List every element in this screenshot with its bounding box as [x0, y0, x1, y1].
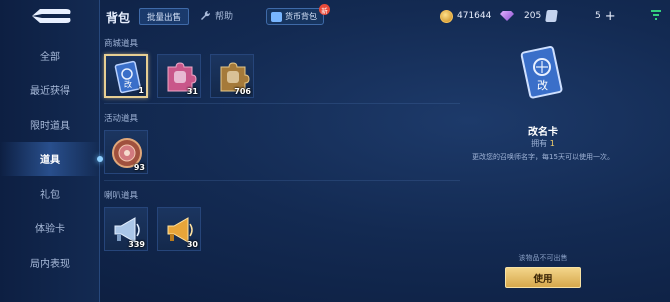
section-label-activity: 活动道具 — [104, 114, 139, 124]
rename-card-glyph: 改 — [124, 79, 132, 89]
sidebar-item-props[interactable]: 道具 — [0, 141, 103, 176]
sidebar-item-label: 礼包 — [40, 189, 60, 201]
sidebar-item-label: 道具 — [40, 155, 60, 167]
coupon-amount: 5 — [595, 11, 601, 21]
gold-amount: 471644 — [457, 11, 492, 21]
item-gold-megaphone[interactable]: 30 — [157, 207, 201, 251]
item-count: 706 — [234, 87, 251, 96]
item-count: 339 — [128, 240, 145, 249]
detail-owned-label: 拥有 — [531, 139, 548, 148]
new-badge: 新 — [319, 4, 330, 15]
item-pink-puzzle[interactable]: 31 — [157, 54, 201, 98]
sidebar-item-trial-card[interactable]: 体验卡 — [0, 211, 100, 246]
item-rename-card[interactable]: 改 1 — [104, 54, 148, 98]
sidebar-item-gift[interactable]: 礼包 — [0, 176, 100, 211]
help-label: 帮助 — [215, 12, 234, 22]
top-bar: 背包 批量出售 帮助 货币背包 新 471644 205 5 + — [100, 0, 670, 32]
coupon-icon — [545, 10, 558, 22]
sidebar-item-label: 最近获得 — [30, 86, 70, 98]
sidebar-item-all[interactable]: 全部 — [0, 38, 100, 73]
add-coupon-icon[interactable]: + — [605, 9, 616, 24]
help-button[interactable]: 帮助 — [200, 9, 233, 22]
detail-description: 更改您的召唤师名字，每15天可以使用一次。 — [472, 153, 614, 161]
not-sellable-note: 该物品不可出售 — [518, 254, 568, 262]
detail-rename-card-icon: 改 — [520, 45, 563, 99]
sidebar-item-limited[interactable]: 限时道具 — [0, 107, 100, 142]
detail-item-name: 改名卡 — [528, 127, 558, 138]
sidebar-item-label: 全部 — [40, 51, 60, 63]
gold-coin-icon — [440, 9, 453, 23]
gem-amount: 205 — [524, 11, 542, 21]
sidebar-item-ingame[interactable]: 局内表现 — [0, 245, 100, 280]
item-count: 1 — [138, 86, 144, 95]
item-count: 30 — [186, 240, 198, 249]
gem-display: 205 — [500, 8, 541, 24]
section-label-mall: 商城道具 — [104, 39, 139, 49]
sidebar-item-label: 局内表现 — [30, 258, 70, 270]
item-gold-puzzle[interactable]: 706 — [210, 54, 254, 98]
back-arrow-icon[interactable] — [26, 6, 74, 26]
detail-owned: 拥有 1 — [440, 138, 646, 149]
currency-bag-button[interactable]: 货币背包 新 — [266, 4, 330, 25]
section-divider — [104, 103, 460, 104]
coupon-display: 5 + — [545, 8, 616, 24]
section-divider — [104, 180, 460, 181]
detail-owned-count: 1 — [549, 139, 555, 148]
wrench-icon — [201, 10, 211, 20]
item-silver-megaphone[interactable]: 339 — [104, 207, 148, 251]
detail-card-glyph: 改 — [537, 78, 548, 92]
bag-icon — [271, 12, 282, 22]
item-activity-badge[interactable]: 93 — [104, 130, 148, 174]
batch-sell-button[interactable]: 批量出售 — [139, 8, 189, 25]
item-count: 31 — [186, 87, 198, 96]
wifi-icon — [651, 10, 661, 20]
category-sidebar: 全部 最近获得 限时道具 道具 礼包 体验卡 局内表现 — [0, 0, 103, 302]
sidebar-item-label: 体验卡 — [35, 224, 65, 236]
section-label-speaker: 喇叭道具 — [104, 191, 139, 201]
item-count: 93 — [133, 163, 145, 172]
gold-display: 471644 — [440, 8, 491, 24]
currency-bag-label: 货币背包 — [285, 12, 317, 21]
sidebar-item-recent[interactable]: 最近获得 — [0, 73, 100, 108]
page-title: 背包 — [106, 11, 131, 25]
gem-icon — [500, 11, 514, 21]
sidebar-item-label: 限时道具 — [30, 120, 70, 132]
use-button[interactable]: 使用 — [505, 267, 581, 288]
